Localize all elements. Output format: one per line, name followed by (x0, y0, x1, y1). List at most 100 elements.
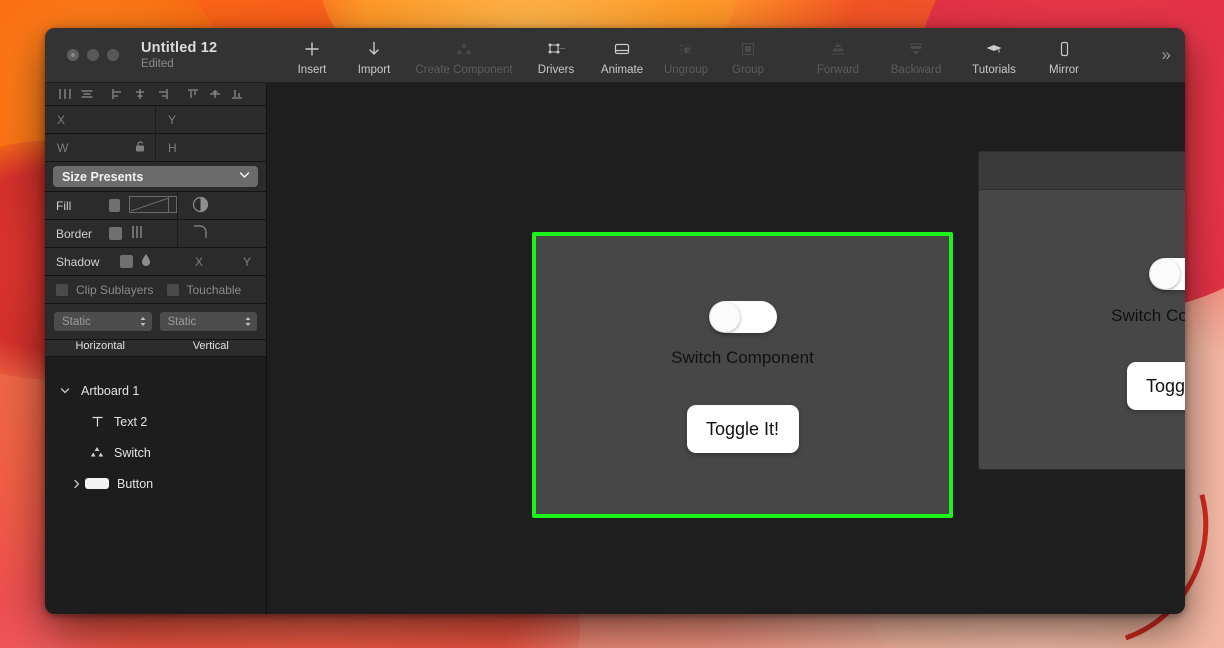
document-title-block: Untitled 12 Edited (119, 28, 269, 82)
shadow-row: Shadow X Y (45, 248, 266, 276)
corner-radius-icon[interactable] (192, 224, 208, 243)
preview-toggle-it-button[interactable]: Toggle It! (1126, 362, 1185, 410)
minimize-button[interactable] (87, 49, 99, 61)
layer-row-switch[interactable]: Switch (45, 437, 266, 468)
fill-left: Fill (45, 192, 178, 219)
checkbox-box (56, 283, 68, 296)
maximize-button[interactable] (107, 49, 119, 61)
preview-switch-caption: Switch Component (1111, 306, 1185, 325)
disclosure-closed-icon[interactable] (69, 479, 85, 489)
toolbar-label: Ungroup (663, 64, 709, 76)
size-presets-select[interactable]: Size Presents (53, 166, 258, 187)
artboard-1[interactable]: Switch Component Toggle It! (536, 236, 949, 514)
clip-sublayers-checkbox[interactable]: Clip Sublayers (45, 283, 156, 297)
toolbar-item-import[interactable]: Import (343, 28, 405, 82)
fill-row: Fill (45, 192, 266, 220)
toolbar-label: Import (357, 64, 391, 76)
switch-caption: Switch Component (671, 348, 814, 367)
fill-label: Fill (56, 198, 72, 213)
toolbar-item-forward[interactable]: Forward (799, 28, 877, 82)
toolbar-label: Animate (600, 64, 644, 76)
toggles-row: Clip Sublayers Touchable (45, 276, 266, 304)
layer-row-text-2[interactable]: Text 2 (45, 406, 266, 437)
horizontal-align-group (108, 85, 172, 103)
checkbox-box (166, 283, 179, 296)
align-left-icon[interactable] (108, 85, 128, 103)
distribute-horizontal-icon[interactable] (55, 85, 75, 103)
touchable-checkbox[interactable]: Touchable (156, 283, 267, 297)
align-top-icon[interactable] (183, 85, 203, 103)
preview-switch-component[interactable] (1148, 258, 1185, 290)
lock-open-icon[interactable] (135, 140, 145, 155)
fill-color-swatch[interactable] (109, 199, 120, 212)
size-row: W H (45, 134, 266, 162)
toolbar-item-mirror[interactable]: Mirror (1033, 28, 1095, 82)
border-width-icon[interactable] (131, 225, 146, 242)
ungroup-icon (677, 40, 695, 57)
canvas[interactable]: Switch Component Toggle It! Switch C Tog… (267, 83, 1185, 614)
preview-body[interactable]: Switch Component Toggle It! (979, 190, 1185, 469)
forward-icon (829, 40, 847, 57)
disclosure-open-icon[interactable] (57, 387, 73, 395)
border-label: Border (56, 226, 93, 241)
shadow-blur-icon[interactable] (141, 253, 151, 270)
layer-row-button[interactable]: Button (45, 468, 266, 499)
align-center-vertical-icon[interactable] (205, 85, 225, 103)
align-bottom-icon[interactable] (227, 85, 247, 103)
graduation-cap-icon (985, 40, 1003, 57)
preview-panel: Switch Component Toggle It! (978, 151, 1185, 470)
x-field[interactable]: X (45, 106, 155, 133)
vertical-constraint-select[interactable]: Static (159, 312, 257, 331)
button-layer-icon (85, 478, 109, 489)
group-icon (739, 40, 757, 57)
x-label: X (57, 112, 66, 127)
toolbar-item-create-component[interactable]: Create Component (405, 28, 523, 82)
shadow-color-swatch[interactable] (120, 255, 133, 268)
align-right-icon[interactable] (152, 85, 172, 103)
w-label: W (57, 140, 69, 155)
layer-label: Text 2 (114, 414, 148, 429)
distribute-vertical-icon[interactable] (77, 85, 97, 103)
switch-component[interactable] (708, 301, 777, 333)
window-body: X Y W H Size Presents Fill Border Shadow… (45, 83, 1185, 614)
backward-icon (907, 40, 925, 57)
layer-row-artboard-1[interactable]: Artboard 1 (45, 375, 266, 406)
toolbar-label: Insert (297, 64, 327, 76)
size-presets-row: Size Presents (45, 162, 266, 192)
layer-label: Button (117, 476, 154, 491)
app-window: Untitled 12 Edited Insert Import Create … (45, 28, 1185, 614)
stepper-arrows-icon (244, 315, 252, 328)
y-label: Y (168, 112, 177, 127)
artboard-wrapper[interactable]: Switch Component Toggle It! (532, 232, 953, 518)
toolbar-item-tutorials[interactable]: Tutorials (955, 28, 1033, 82)
border-color-swatch[interactable] (109, 227, 122, 240)
height-field[interactable]: H (155, 134, 266, 161)
layers-list: Artboard 1 Text 2 Switch Button (45, 357, 266, 614)
inspector-panel: X Y W H Size Presents Fill Border Shadow… (45, 83, 267, 614)
width-field[interactable]: W (45, 134, 155, 161)
close-button[interactable] (67, 49, 79, 61)
toggle-it-button[interactable]: Toggle It! (686, 405, 799, 453)
border-left: Border (45, 220, 178, 247)
border-right (178, 220, 266, 247)
align-center-horizontal-icon[interactable] (130, 85, 150, 103)
document-title: Untitled 12 (141, 40, 218, 56)
toolbar-item-group[interactable]: Group (717, 28, 779, 82)
toolbar-item-backward[interactable]: Backward (877, 28, 955, 82)
text-layer-icon (85, 415, 109, 428)
vertical-align-group (183, 85, 247, 103)
toolbar-overflow-button[interactable]: » (1162, 28, 1172, 82)
opacity-icon[interactable] (192, 196, 209, 216)
constraints-row: Static Static (45, 304, 266, 340)
horizontal-constraint-select[interactable]: Static (54, 312, 152, 331)
toolbar-item-drivers[interactable]: Drivers (523, 28, 589, 82)
h-label: H (168, 140, 177, 155)
vertical-constraint-value: Static (167, 315, 197, 328)
toolbar-item-insert[interactable]: Insert (281, 28, 343, 82)
horizontal-constraint-value: Static (62, 315, 91, 328)
toolbar-item-animate[interactable]: Animate (589, 28, 655, 82)
y-field[interactable]: Y (155, 106, 266, 133)
gradient-icon[interactable] (129, 195, 177, 216)
toolbar-item-ungroup[interactable]: Ungroup (655, 28, 717, 82)
chevron-down-icon (239, 171, 250, 182)
